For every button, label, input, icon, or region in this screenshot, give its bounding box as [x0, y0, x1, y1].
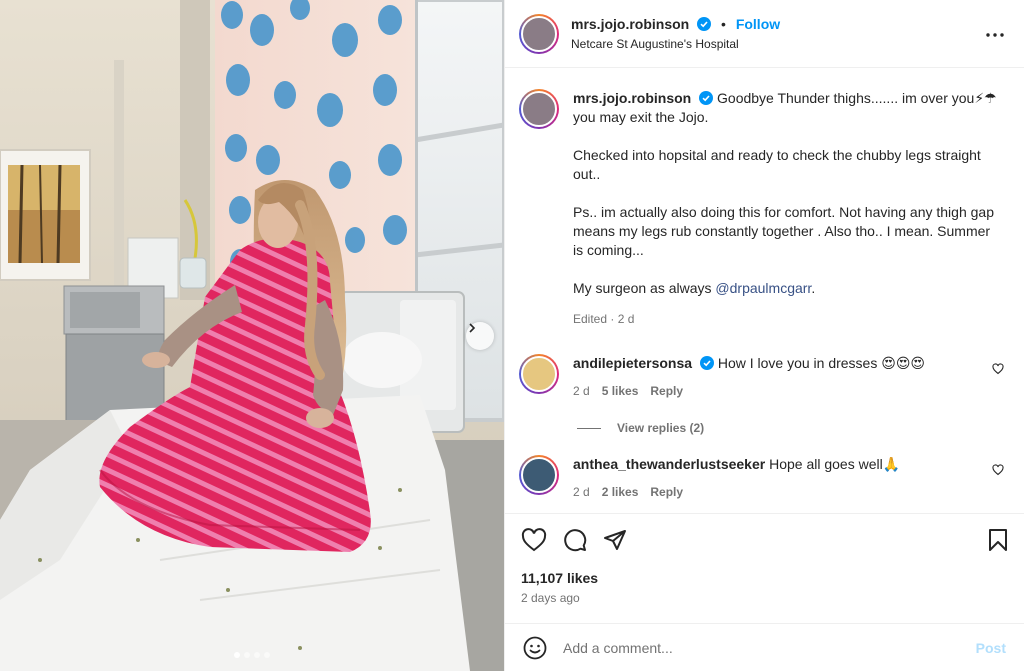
post-location[interactable]: Netcare St Augustine's Hospital	[571, 37, 780, 51]
caption-username[interactable]: mrs.jojo.robinson	[573, 90, 691, 106]
surgeon-mention-link[interactable]: @drpaulmcgarr	[715, 280, 811, 296]
chevron-right-icon	[469, 323, 476, 333]
commenter-avatar[interactable]	[519, 354, 559, 394]
comment-age: 2 d	[573, 384, 590, 398]
comment-text: Hope all goes well🙏	[769, 456, 901, 472]
post-header: mrs.jojo.robinson • Follow Netcare St Au…	[505, 0, 1024, 68]
comment-item: anthea_thewanderlustseeker Hope all goes…	[519, 455, 1008, 502]
more-options-button[interactable]	[986, 24, 1004, 40]
comment-input[interactable]	[563, 639, 976, 656]
header-separator: •	[721, 16, 726, 32]
share-icon	[604, 530, 626, 550]
comment-likes[interactable]: 5 likes	[602, 382, 639, 401]
follow-button[interactable]: Follow	[736, 16, 780, 32]
carousel-dot	[234, 652, 240, 658]
commenter-username[interactable]: anthea_thewanderlustseeker	[573, 456, 765, 472]
more-horizontal-icon	[986, 33, 1004, 37]
caption-text-line4-end: .	[811, 280, 816, 296]
view-replies-label: View replies (2)	[617, 421, 705, 435]
share-button[interactable]	[603, 528, 627, 552]
post-photo[interactable]	[0, 0, 504, 671]
view-replies-button[interactable]: View replies (2)	[577, 421, 1008, 435]
commenter-username[interactable]: andilepietersonsa	[573, 355, 692, 371]
add-comment-bar: Post	[505, 623, 1024, 671]
caption-text-line3: Ps.. im actually also doing this for com…	[573, 204, 994, 258]
hospital-room-photo	[0, 0, 504, 671]
bookmark-icon	[989, 529, 1007, 551]
carousel-dot	[244, 652, 250, 658]
post-details-panel: mrs.jojo.robinson • Follow Netcare St Au…	[504, 0, 1024, 671]
post-caption: mrs.jojo.robinson Goodbye Thunder thighs…	[519, 69, 1008, 329]
comment-icon	[564, 529, 587, 552]
comment-text: How I love you in dresses 😍😍😍	[717, 355, 926, 371]
emoji-icon	[523, 636, 547, 659]
caption-avatar[interactable]	[519, 89, 559, 129]
likes-count[interactable]: 11,107 likes	[521, 570, 1008, 586]
comment-age: 2 d	[573, 485, 590, 499]
like-comment-button[interactable]	[992, 362, 1004, 378]
comment-item: andilepietersonsa How I love you in dres…	[519, 354, 1008, 401]
carousel-dots	[0, 652, 504, 658]
heart-icon	[521, 528, 547, 552]
save-button[interactable]	[988, 528, 1008, 555]
carousel-dot	[264, 652, 270, 658]
caption-meta: Edited · 2 d	[573, 312, 635, 326]
like-button[interactable]	[521, 528, 547, 552]
commenter-avatar[interactable]	[519, 455, 559, 495]
emoji-button[interactable]	[523, 636, 547, 660]
next-slide-button[interactable]	[466, 322, 494, 350]
carousel-dot	[254, 652, 260, 658]
verified-badge-icon	[699, 356, 714, 370]
post-timestamp[interactable]: 2 days ago	[521, 591, 1008, 605]
like-comment-button[interactable]	[992, 463, 1004, 479]
verified-badge-icon	[697, 17, 712, 31]
post-actions: 11,107 likes 2 days ago	[505, 513, 1024, 605]
verified-badge-icon	[699, 91, 714, 105]
comment-likes[interactable]: 2 likes	[602, 483, 639, 502]
comment-button[interactable]	[563, 528, 587, 552]
reply-button[interactable]: Reply	[650, 483, 683, 502]
author-avatar[interactable]	[519, 13, 559, 54]
view-replies-line	[577, 427, 601, 429]
comments-section[interactable]: mrs.jojo.robinson Goodbye Thunder thighs…	[505, 69, 1024, 513]
reply-button[interactable]: Reply	[650, 382, 683, 401]
post-comment-button[interactable]: Post	[976, 640, 1006, 656]
caption-text-line4: My surgeon as always	[573, 280, 716, 296]
heart-icon	[992, 363, 1004, 375]
heart-icon	[992, 464, 1004, 476]
caption-text-line2: Checked into hopsital and ready to check…	[573, 147, 981, 182]
author-username[interactable]: mrs.jojo.robinson	[571, 16, 689, 32]
